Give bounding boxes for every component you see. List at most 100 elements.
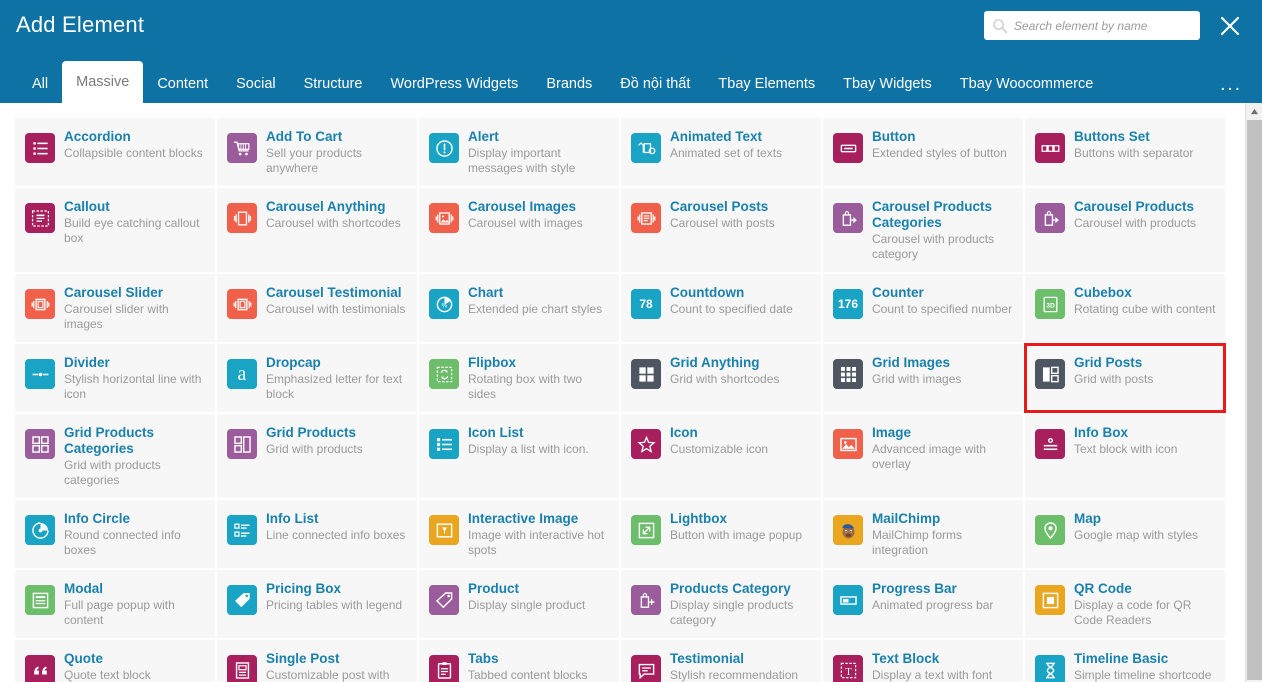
- element-card[interactable]: Accordion Collapsible content blocks: [14, 117, 216, 187]
- element-card[interactable]: Carousel Slider Carousel slider with imag…: [14, 273, 216, 343]
- single-post-icon: [227, 655, 257, 682]
- element-card[interactable]: Button Extended styles of button: [822, 117, 1024, 187]
- tab-social[interactable]: Social: [222, 65, 290, 103]
- tab-wordpress-widgets[interactable]: WordPress Widgets: [376, 65, 532, 103]
- element-title: Counter: [872, 285, 924, 300]
- search-input[interactable]: [1014, 18, 1192, 33]
- element-card-text: Alert Display important messages with sty…: [468, 128, 611, 176]
- tab-tbay-elements[interactable]: Tbay Elements: [704, 65, 829, 103]
- element-card[interactable]: Grid Images Grid with images: [822, 343, 1024, 413]
- scrollbar-thumb[interactable]: [1247, 120, 1262, 680]
- svg-text:T: T: [845, 666, 852, 677]
- element-card[interactable]: Grid Products Grid with products: [216, 413, 418, 499]
- element-description: Grid with images: [872, 372, 962, 386]
- element-card[interactable]: Icon List Display a list with icon.: [418, 413, 620, 499]
- element-description: Customizable icon: [670, 442, 769, 456]
- element-card[interactable]: Carousel Posts Carousel with posts: [620, 187, 822, 273]
- element-card[interactable]: Callout Build eye catching callout box: [14, 187, 216, 273]
- tab-massive[interactable]: Massive: [62, 61, 144, 103]
- element-card[interactable]: Animated Text Animated set of texts: [620, 117, 822, 187]
- tab-all[interactable]: All: [18, 65, 62, 103]
- element-card[interactable]: QR Code Display a code for QR Code Reader…: [1024, 569, 1226, 639]
- element-card[interactable]: Add To Cart Sell your products anywhere: [216, 117, 418, 187]
- element-card[interactable]: Buttons Set Buttons with separator: [1024, 117, 1226, 187]
- element-card[interactable]: Info Circle Round connected info boxes: [14, 499, 216, 569]
- element-title: Callout: [64, 199, 110, 214]
- element-card[interactable]: Image Advanced image with overlay: [822, 413, 1024, 499]
- element-card[interactable]: Modal Full page popup with content: [14, 569, 216, 639]
- element-description: Count to specified number: [872, 302, 1013, 316]
- element-card-text: Info Box Text block with icon: [1074, 424, 1217, 457]
- scroll-up-arrow[interactable]: [1246, 103, 1262, 120]
- tab-tbay-woocommerce[interactable]: Tbay Woocommerce: [946, 65, 1108, 103]
- element-card[interactable]: Progress Bar Animated progress bar: [822, 569, 1024, 639]
- grid-posts-icon: [1035, 359, 1065, 389]
- element-card[interactable]: Timeline Basic Simple timeline shortcode: [1024, 639, 1226, 682]
- more-tabs-button[interactable]: ...: [1220, 75, 1242, 94]
- element-card[interactable]: Product Display single product: [418, 569, 620, 639]
- counter-176-icon: 176: [833, 289, 863, 319]
- element-description: Carousel with products category: [872, 232, 995, 261]
- element-card[interactable]: 78 Countdown Count to specified date: [620, 273, 822, 343]
- element-card[interactable]: Alert Display important messages with sty…: [418, 117, 620, 187]
- tab-brands[interactable]: Brands: [532, 65, 606, 103]
- element-card[interactable]: Grid Products Categories Grid with produc…: [14, 413, 216, 499]
- tab-n-i-th-t[interactable]: Đồ nội thất: [606, 65, 704, 103]
- element-card[interactable]: Icon Customizable icon: [620, 413, 822, 499]
- element-card[interactable]: 176 Counter Count to specified number: [822, 273, 1024, 343]
- element-card[interactable]: Divider Stylish horizontal line with icon: [14, 343, 216, 413]
- search-box[interactable]: [984, 11, 1200, 40]
- element-description: Animated set of texts: [670, 146, 783, 160]
- element-card-text: Carousel Images Carousel with images: [468, 198, 611, 231]
- vertical-scrollbar[interactable]: [1245, 103, 1262, 682]
- element-card[interactable]: Carousel Products Carousel with products: [1024, 187, 1226, 273]
- element-card[interactable]: Map Google map with styles: [1024, 499, 1226, 569]
- element-card[interactable]: Grid Anything Grid with shortcodes: [620, 343, 822, 413]
- element-card[interactable]: Products Category Display single products…: [620, 569, 822, 639]
- element-card[interactable]: Lightbox Button with image popup: [620, 499, 822, 569]
- carousel-image-icon: [429, 203, 459, 233]
- element-card[interactable]: Grid Posts Grid with posts: [1024, 343, 1226, 413]
- element-title: Tabs: [468, 651, 499, 666]
- element-card[interactable]: Tabs Tabbed content blocks: [418, 639, 620, 682]
- close-button[interactable]: [1216, 12, 1244, 40]
- element-card[interactable]: MailChimp MailChimp forms integration: [822, 499, 1024, 569]
- element-card[interactable]: T Text Block Display a text with font form…: [822, 639, 1024, 682]
- tab-structure[interactable]: Structure: [290, 65, 377, 103]
- element-title: Carousel Posts: [670, 199, 769, 214]
- tab-content[interactable]: Content: [143, 65, 222, 103]
- element-description: Grid with products: [266, 442, 363, 456]
- add-element-modal: Add Element AllMassiveContentSocialStruc…: [0, 0, 1262, 682]
- element-card-text: Grid Anything Grid with shortcodes: [670, 354, 813, 387]
- element-description: Round connected info boxes: [64, 528, 181, 557]
- element-title: Carousel Images: [468, 199, 577, 214]
- element-card[interactable]: Flipbox Rotating box with two sides: [418, 343, 620, 413]
- element-card[interactable]: Carousel Images Carousel with images: [418, 187, 620, 273]
- element-title: Grid Anything: [670, 355, 760, 370]
- flipbox-icon: [429, 359, 459, 389]
- element-card[interactable]: Interactive Image Image with interactive …: [418, 499, 620, 569]
- element-card[interactable]: a Dropcap Emphasized letter for text block: [216, 343, 418, 413]
- element-card-text: Pricing Box Pricing tables with legend: [266, 580, 409, 613]
- element-card[interactable]: % Chart Extended pie chart styles: [418, 273, 620, 343]
- element-card[interactable]: Single Post Customizable post with many s…: [216, 639, 418, 682]
- element-card[interactable]: Info Box Text block with icon: [1024, 413, 1226, 499]
- element-description: Full page popup with content: [64, 598, 175, 627]
- element-card[interactable]: Pricing Box Pricing tables with legend: [216, 569, 418, 639]
- element-card-text: Products Category Display single products…: [670, 580, 813, 628]
- element-card[interactable]: Info List Line connected info boxes: [216, 499, 418, 569]
- element-description: Extended pie chart styles: [468, 302, 603, 316]
- tab-tbay-widgets[interactable]: Tbay Widgets: [829, 65, 946, 103]
- element-card[interactable]: Carousel Testimonial Carousel with testim…: [216, 273, 418, 343]
- element-card[interactable]: Quote Quote text block: [14, 639, 216, 682]
- element-card[interactable]: Carousel Products Categories Carousel wit…: [822, 187, 1024, 273]
- element-card[interactable]: Testimonial Stylish recommendation box: [620, 639, 822, 682]
- grid-products-icon: [227, 429, 257, 459]
- element-card-text: Dropcap Emphasized letter for text block: [266, 354, 409, 402]
- svg-text:3D: 3D: [1046, 302, 1055, 309]
- element-title: Timeline Basic: [1074, 651, 1169, 666]
- cube-3d-icon: 3D: [1035, 289, 1065, 319]
- element-card[interactable]: 3D Cubebox Rotating cube with content: [1024, 273, 1226, 343]
- element-card[interactable]: Carousel Anything Carousel with shortcode…: [216, 187, 418, 273]
- callout-dashed-icon: [25, 203, 55, 233]
